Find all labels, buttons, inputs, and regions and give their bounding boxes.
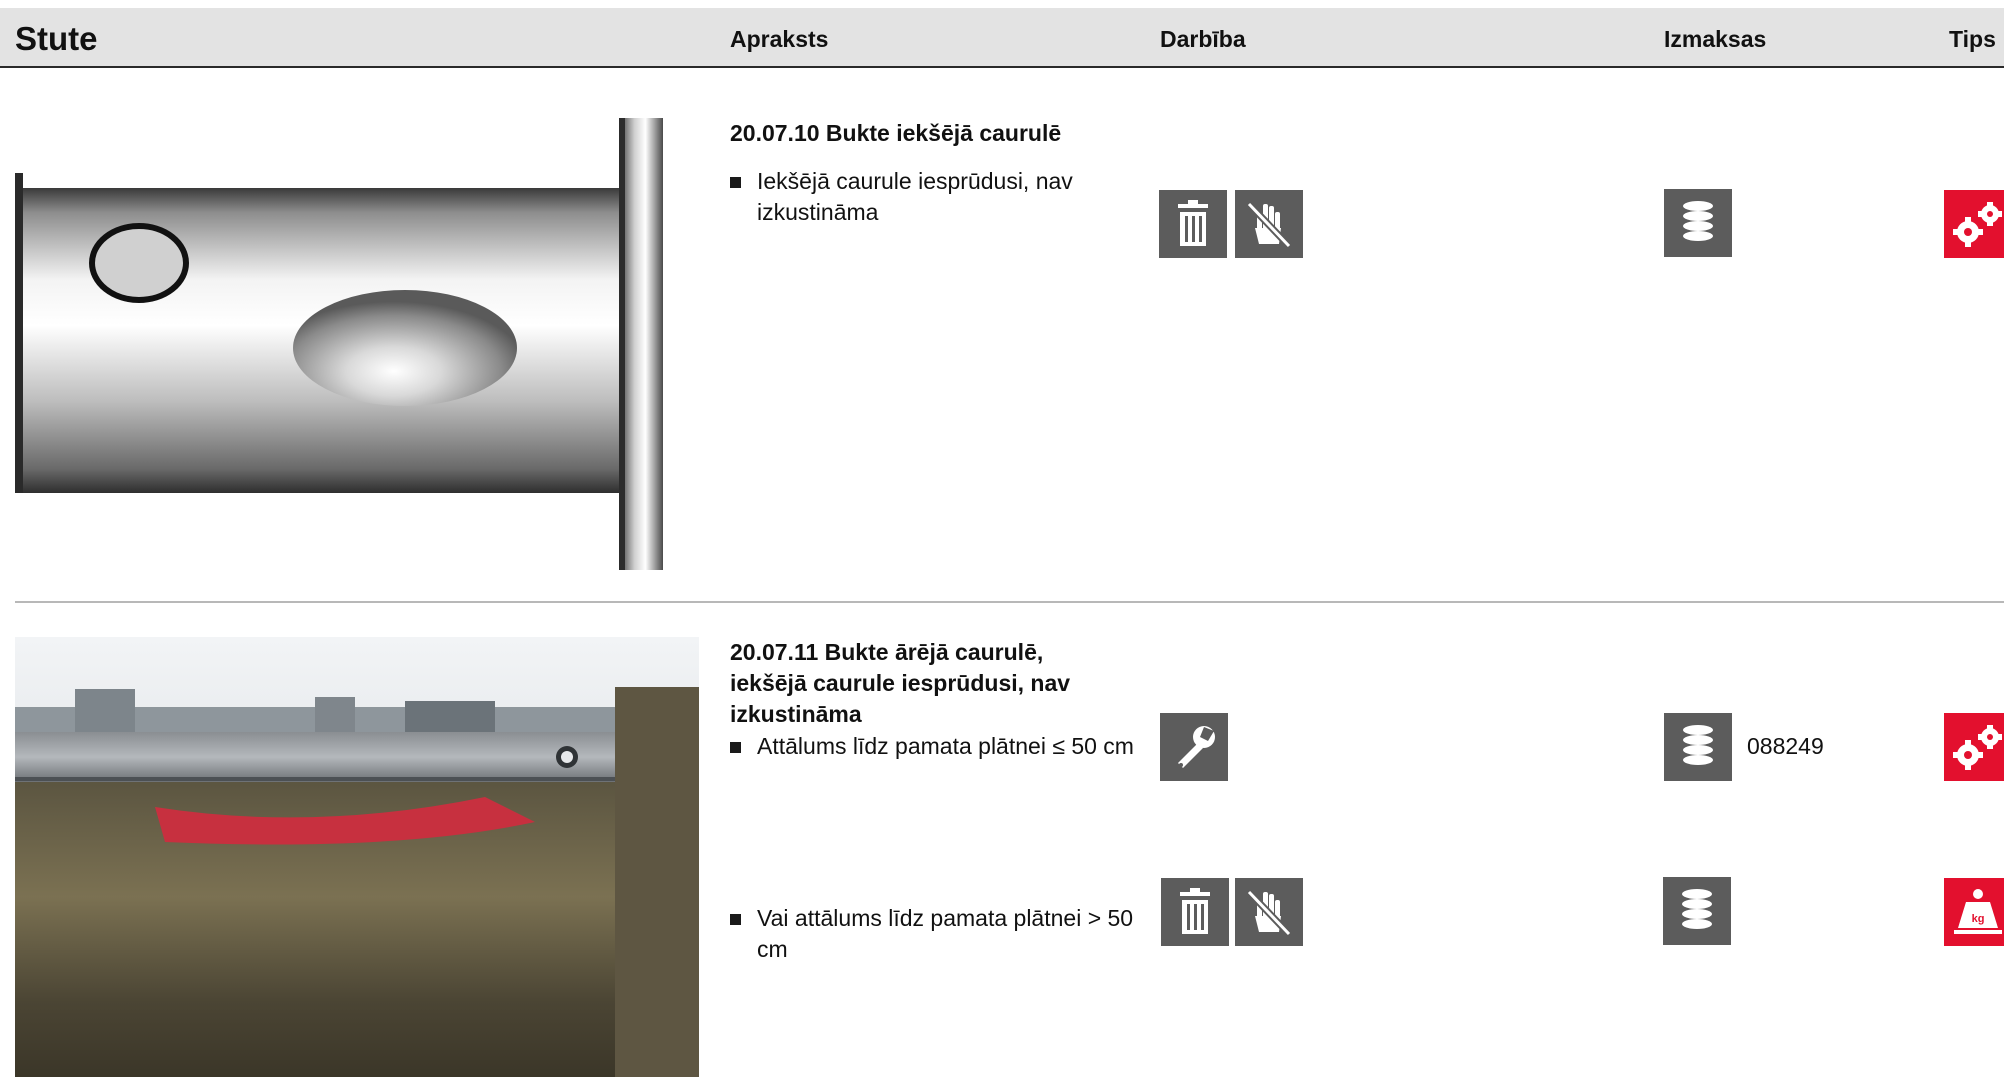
coin-stack-icon bbox=[1664, 189, 1732, 257]
row-divider bbox=[15, 601, 2004, 603]
gears-icon bbox=[1944, 713, 2004, 781]
svg-text:kg: kg bbox=[1972, 913, 1985, 925]
cost-code: 088249 bbox=[1747, 733, 1824, 759]
column-header-tips: Tips bbox=[1949, 26, 1996, 52]
entry-description: Vai attālums līdz pamata plātnei > 50 cm bbox=[730, 903, 1147, 965]
entry-description: Iekšējā caurule iesprūdusi, nav izkustin… bbox=[730, 166, 1117, 228]
wrench-icon bbox=[1160, 713, 1228, 781]
gears-icon bbox=[1944, 190, 2004, 258]
page-title: Stute bbox=[15, 20, 98, 57]
no-touch-hand-icon bbox=[1235, 190, 1303, 258]
entry-title: 20.07.10 Bukte iekšējā caurulē bbox=[730, 120, 1062, 146]
entry-description: Attālums līdz pamata plātnei ≤ 50 cm bbox=[730, 731, 1147, 762]
column-header-cost: Izmaksas bbox=[1664, 26, 1767, 52]
trash-icon bbox=[1159, 190, 1227, 258]
weight-kg-icon: kg bbox=[1944, 878, 2004, 946]
column-header-description: Apraksts bbox=[730, 26, 829, 52]
dented-inner-tube-photo bbox=[15, 118, 687, 570]
coin-stack-icon bbox=[1664, 713, 1732, 781]
no-touch-hand-icon bbox=[1235, 878, 1303, 946]
coin-stack-icon bbox=[1663, 877, 1731, 945]
table-header: Stute Apraksts Darbība Izmaksas Tips bbox=[0, 8, 2004, 68]
entry-title: 20.07.11 Bukte ārējā caurulē, iekšējā ca… bbox=[730, 639, 1071, 727]
column-header-action: Darbība bbox=[1160, 26, 1246, 52]
trash-icon bbox=[1161, 878, 1229, 946]
dented-outer-tube-photo bbox=[15, 637, 699, 1077]
